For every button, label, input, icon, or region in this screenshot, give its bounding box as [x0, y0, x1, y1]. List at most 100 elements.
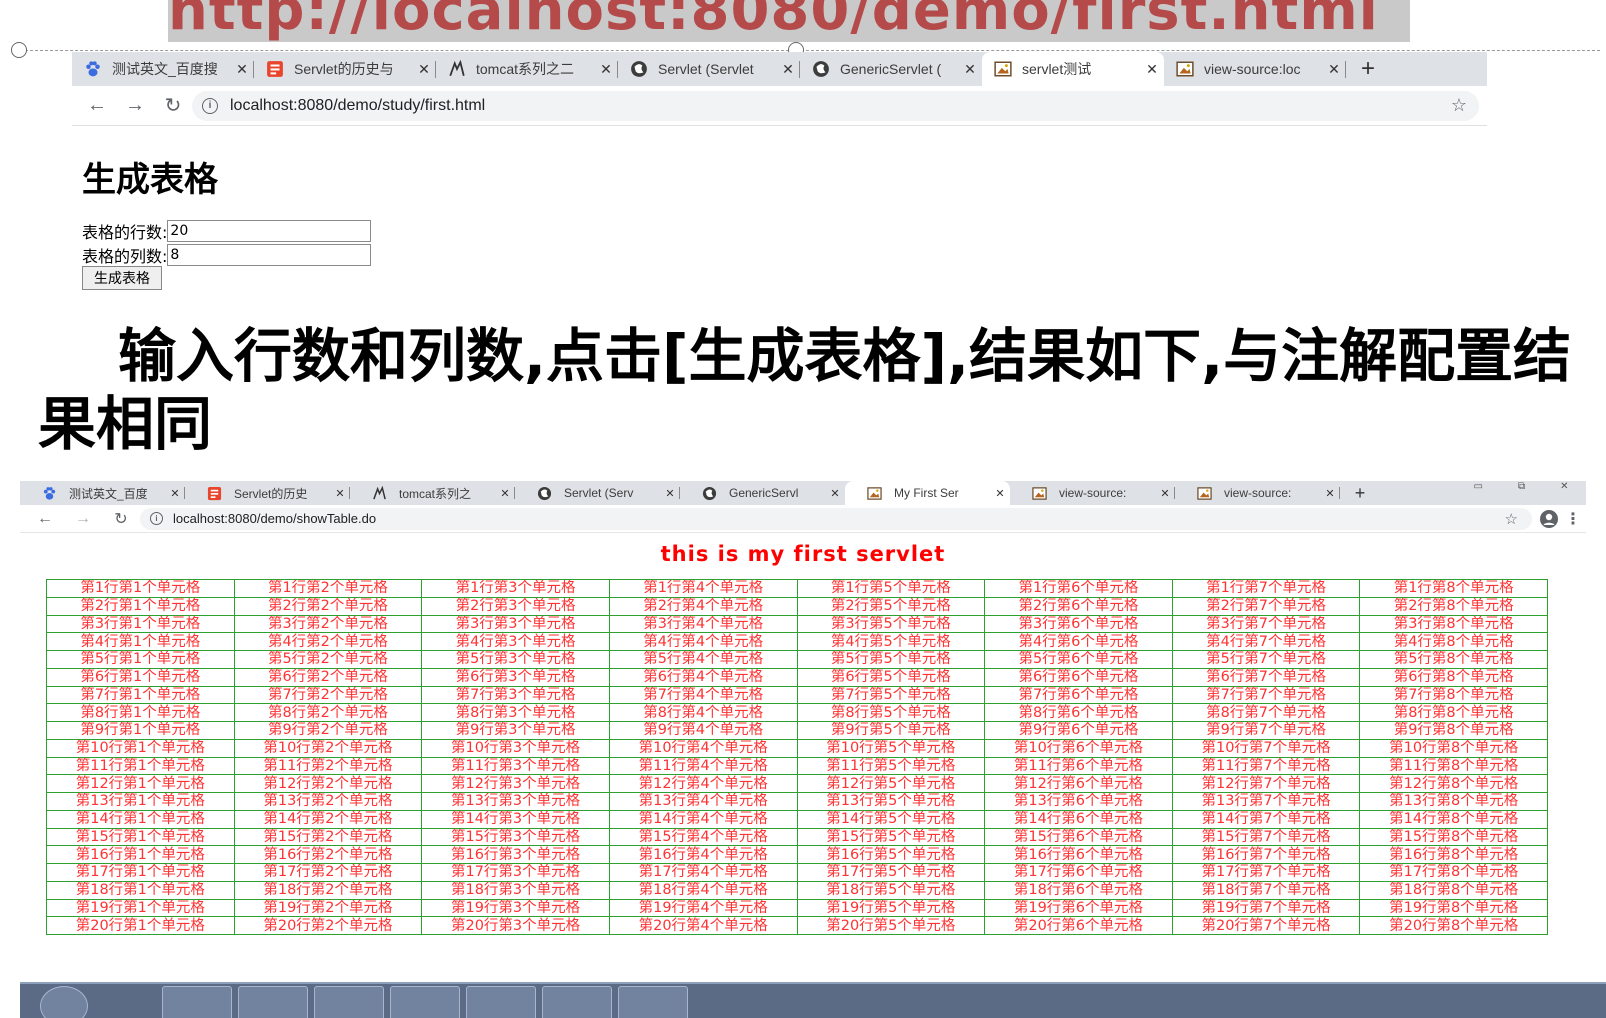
table-cell: 第14行第3个单元格 [421, 809, 610, 829]
generate-table-button[interactable]: 生成表格 [82, 266, 162, 290]
browser-tab[interactable]: view-source: ✕ [1175, 481, 1340, 505]
browser-tab[interactable]: GenericServlet (✕ [800, 52, 982, 86]
back-arrow-icon[interactable]: ← [78, 94, 116, 117]
rows-input[interactable] [167, 220, 372, 242]
menu-kebab-icon[interactable]: ⋮ [1560, 509, 1586, 529]
tab-close-icon[interactable]: ✕ [412, 61, 436, 78]
back-arrow-icon[interactable]: ← [26, 510, 64, 528]
tab-close-icon[interactable]: ✕ [165, 487, 185, 500]
browser-tab[interactable]: view-source:loc ✕ [1164, 52, 1346, 86]
bookmark-star-icon[interactable]: ☆ [1505, 510, 1518, 528]
browser-tab[interactable]: My First Ser ✕ [845, 481, 1010, 505]
table-row: 第5行第1个单元格 第5行第2个单元格 第5行第3个单元格 第5行第4个单元格 第5行第… [46, 650, 1548, 669]
table-cell: 第16行第8个单元格 [1359, 845, 1548, 864]
table-cell: 第4行第8个单元格 [1359, 632, 1548, 651]
table-cell: 第10行第6个单元格 [984, 738, 1173, 758]
tab-close-icon[interactable]: ✕ [825, 487, 845, 500]
taskbar-app-5[interactable] [466, 986, 536, 1018]
bookmark-star-icon[interactable]: ☆ [1451, 95, 1467, 116]
table-cell: 第6行第1个单元格 [46, 667, 235, 687]
browser-tab[interactable]: Servlet的历史与 ✕ [254, 52, 436, 86]
table-row: 第9行第1个单元格 第9行第2个单元格 第9行第3个单元格 第9行第4个单元格 第9行第… [46, 721, 1548, 740]
tomcat-cat-icon [372, 485, 387, 501]
table-cell: 第9行第3个单元格 [421, 721, 610, 740]
site-info-icon[interactable]: i [150, 512, 163, 525]
cols-input[interactable] [167, 244, 372, 266]
table-cell: 第5行第6个单元格 [984, 650, 1173, 669]
table-cell: 第12行第3个单元格 [421, 774, 610, 793]
table-cell: 第15行第7个单元格 [1171, 827, 1361, 847]
profile-avatar-icon[interactable] [1538, 508, 1560, 530]
taskbar-app-7[interactable] [618, 986, 688, 1018]
tab-close-icon[interactable]: ✕ [958, 61, 982, 78]
tab-close-icon[interactable]: ✕ [776, 61, 800, 78]
browser-tab[interactable]: GenericServl ✕ [680, 481, 845, 505]
taskbar-app-3[interactable] [314, 986, 384, 1018]
table-cell: 第8行第7个单元格 [1171, 703, 1361, 722]
tab-close-icon[interactable]: ✕ [330, 487, 350, 500]
restore-icon[interactable]: ⧉ [1518, 481, 1525, 495]
tab-close-icon[interactable]: ✕ [1320, 487, 1340, 500]
browser-toolbar-2: ← → ↻ i localhost:8080/demo/showTable.do… [20, 505, 1586, 533]
table-cell: 第6行第4个单元格 [608, 667, 798, 687]
tab-close-icon[interactable]: ✕ [230, 61, 254, 78]
table-cell: 第13行第1个单元格 [46, 792, 235, 811]
table-row: 第19行第1个单元格 第19行第2个单元格 第19行第3个单元格 第19行第4个单元格… [46, 898, 1548, 918]
table-row: 第8行第1个单元格 第8行第2个单元格 第8行第3个单元格 第8行第4个单元格 第8行第… [46, 703, 1548, 722]
window-close-icon[interactable]: ✕ [1560, 481, 1568, 495]
tab-close-icon[interactable]: ✕ [594, 61, 618, 78]
table-cell: 第19行第7个单元格 [1171, 898, 1361, 918]
table-cell: 第16行第1个单元格 [46, 845, 235, 864]
browser-tab[interactable]: view-source: ✕ [1010, 481, 1175, 505]
table-cell: 第5行第4个单元格 [608, 650, 798, 669]
table-cell: 第5行第3个单元格 [421, 650, 610, 669]
browser-tab[interactable]: Servlet的历史 ✕ [185, 481, 350, 505]
table-cell: 第15行第8个单元格 [1359, 827, 1548, 847]
tab-close-icon[interactable]: ✕ [495, 487, 515, 500]
image-page-icon [1197, 486, 1212, 501]
image-page-icon [867, 486, 882, 501]
new-tab-icon[interactable]: + [1340, 483, 1380, 504]
taskbar-app-6[interactable] [542, 986, 612, 1018]
browser-tab[interactable]: 测试英文_百度 ✕ [20, 481, 185, 505]
tab-close-icon[interactable]: ✕ [990, 487, 1010, 500]
table-cell: 第9行第5个单元格 [796, 721, 986, 740]
table-row: 第18行第1个单元格 第18行第2个单元格 第18行第3个单元格 第18行第4个单元格… [46, 880, 1548, 900]
tab-close-icon[interactable]: ✕ [1155, 487, 1175, 500]
tab-close-icon[interactable]: ✕ [1322, 61, 1346, 78]
globe-icon [537, 486, 552, 501]
resize-handle-left[interactable] [11, 42, 27, 58]
start-button[interactable] [40, 986, 88, 1018]
table-cell: 第10行第1个单元格 [46, 738, 235, 758]
address-bar[interactable]: i localhost:8080/demo/showTable.do ☆ [140, 507, 1532, 530]
minimize-icon[interactable]: ▭ [1474, 481, 1483, 495]
taskbar-app-1[interactable] [162, 986, 232, 1018]
address-bar[interactable]: i localhost:8080/demo/study/first.html ☆ [192, 90, 1479, 121]
browser-tab[interactable]: 测试英文_百度搜 ✕ [72, 52, 254, 86]
table-cell: 第19行第8个单元格 [1359, 898, 1548, 918]
browser-tab[interactable]: tomcat系列之 ✕ [350, 481, 515, 505]
table-row: 第6行第1个单元格 第6行第2个单元格 第6行第3个单元格 第6行第4个单元格 第6行第… [46, 667, 1548, 687]
reload-icon[interactable]: ↻ [102, 509, 140, 529]
tab-close-icon[interactable]: ✕ [660, 487, 680, 500]
tab-close-icon[interactable]: ✕ [1140, 61, 1164, 78]
table-cell: 第14行第1个单元格 [46, 809, 235, 829]
table-cell: 第15行第3个单元格 [421, 827, 610, 847]
table-cell: 第18行第3个单元格 [421, 880, 610, 900]
browser-tab[interactable]: Servlet (Servlet ✕ [618, 52, 800, 86]
new-tab-icon[interactable]: + [1346, 55, 1390, 83]
table-cell: 第2行第8个单元格 [1359, 596, 1548, 616]
forward-arrow-icon[interactable]: → [116, 94, 154, 117]
table-cell: 第8行第6个单元格 [984, 703, 1173, 722]
table-cell: 第17行第5个单元格 [796, 863, 986, 882]
table-cell: 第2行第7个单元格 [1171, 596, 1361, 616]
browser-tab[interactable]: tomcat系列之二 ✕ [436, 52, 618, 86]
site-info-icon[interactable]: i [202, 97, 218, 114]
taskbar-app-2[interactable] [238, 986, 308, 1018]
table-cell: 第18行第2个单元格 [233, 880, 423, 900]
reload-icon[interactable]: ↻ [154, 93, 192, 118]
browser-tab[interactable]: Servlet (Serv ✕ [515, 481, 680, 505]
forward-arrow-icon[interactable]: → [64, 510, 102, 528]
taskbar-app-4[interactable] [390, 986, 460, 1018]
browser-tab[interactable]: servlet测试 ✕ [982, 52, 1164, 86]
